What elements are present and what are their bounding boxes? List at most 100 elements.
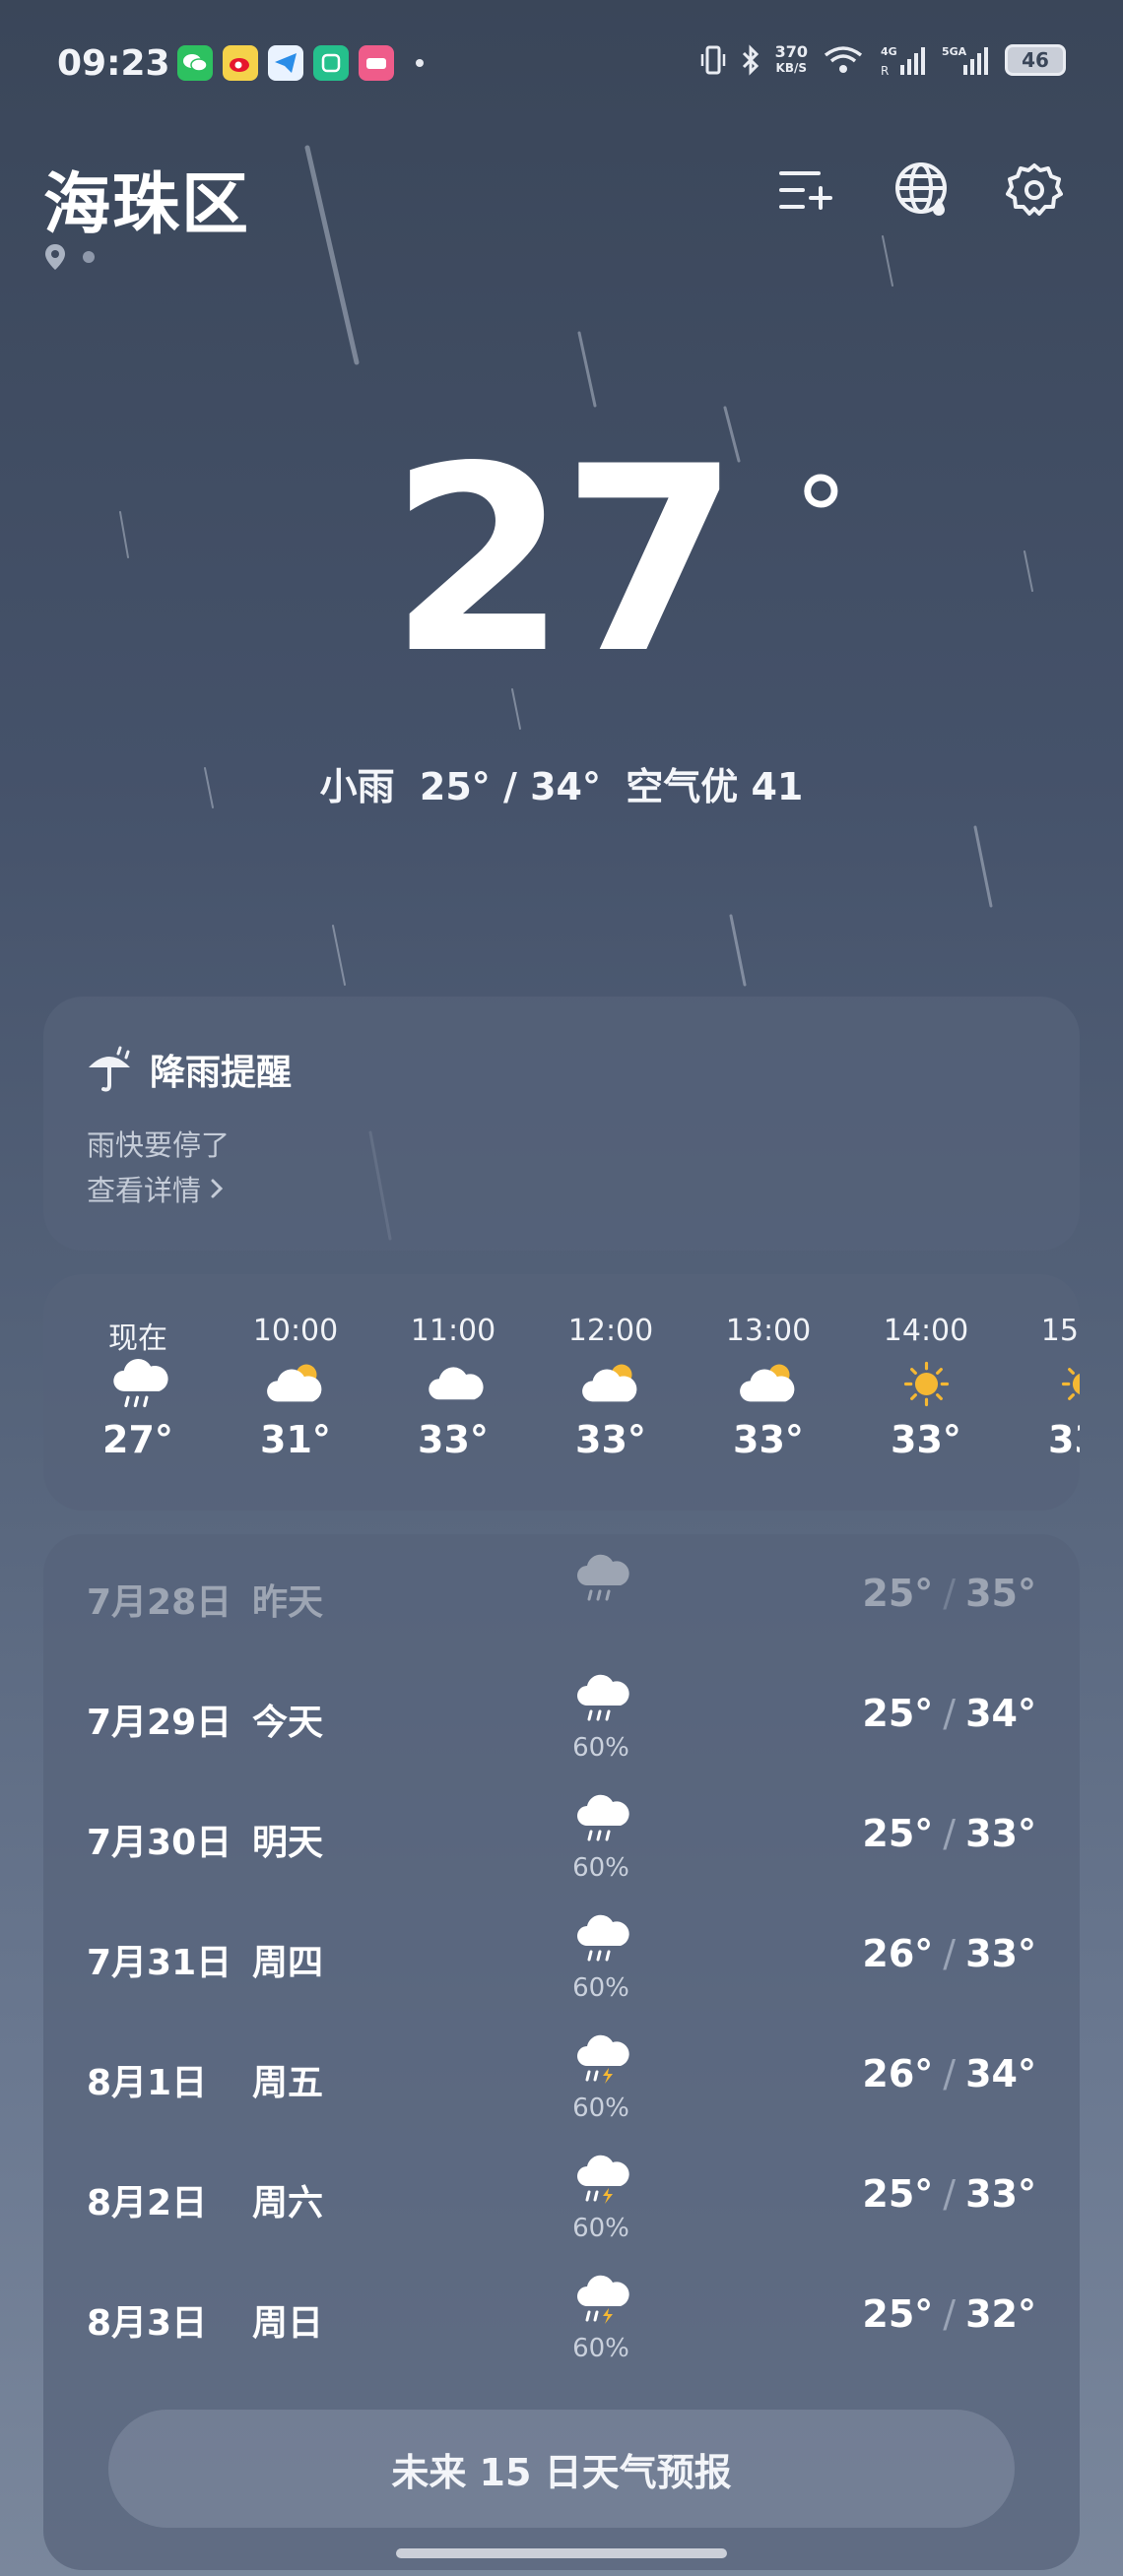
bluetooth-icon — [742, 44, 759, 76]
hourly-temp: 33° — [733, 1418, 804, 1461]
status-indicators: 370 KB/S 4G R 5GA 46 — [700, 43, 1066, 77]
home-indicator[interactable] — [396, 2548, 727, 2558]
daily-icon — [562, 2034, 640, 2084]
hourly-time: 11:00 — [410, 1314, 496, 1348]
daily-temp-range: 25°/33° — [862, 1812, 1036, 1855]
daily-temp-range: 26°/34° — [862, 2052, 1036, 2095]
rain-icon — [112, 1358, 168, 1407]
hourly-icon — [227, 1353, 364, 1414]
daily-row[interactable]: 8月1日 周五 60% 26°/34° — [43, 2027, 1080, 2147]
hourly-item: 现在 27° — [69, 1314, 207, 1461]
mi-home-icon — [313, 45, 349, 81]
chevron-right-icon — [211, 1179, 224, 1198]
add-city-list-icon — [779, 171, 832, 210]
daily-row[interactable]: 7月30日 明天 60% 25°/33° — [43, 1786, 1080, 1906]
rain-alert-title: 降雨提醒 — [150, 1053, 293, 1093]
hourly-icon — [542, 1353, 680, 1414]
hourly-temp: 33° — [418, 1418, 489, 1461]
hourly-item: 12:00 33° — [542, 1314, 680, 1461]
range-separator: / — [943, 1572, 957, 1615]
daily-row[interactable]: 8月2日 周六 60% 25°/33° — [43, 2147, 1080, 2267]
city-list-button[interactable] — [773, 158, 838, 223]
daily-high: 35° — [965, 1572, 1036, 1615]
daily-weekday: 周日 — [252, 2303, 324, 2344]
svg-text:R: R — [881, 64, 889, 77]
15-day-forecast-button[interactable]: 未来 15 日天气预报 — [108, 2410, 1015, 2528]
daily-precip-chance: 60% — [572, 1733, 629, 1763]
air-quality[interactable]: 空气优 41 — [626, 765, 803, 808]
vibrate-icon — [700, 45, 725, 75]
daily-low: 25° — [862, 1692, 934, 1735]
daily-high: 33° — [965, 1812, 1036, 1855]
daily-precip-chance: 60% — [572, 1853, 629, 1883]
globe-icon — [895, 162, 947, 216]
partly-cloudy-icon — [266, 1364, 321, 1401]
city-name[interactable]: 海珠区 — [43, 150, 250, 247]
daily-high: 33° — [965, 1932, 1036, 1975]
view-details-link[interactable]: 查看详情 — [87, 1168, 225, 1209]
current-range: 25° / 34° — [419, 765, 601, 808]
daily-row[interactable]: 7月28日 昨天 25°/35° — [43, 1546, 1080, 1666]
rain-alert-card[interactable]: 降雨提醒 雨快要停了 查看详情 — [43, 997, 1080, 1251]
daily-weekday: 周四 — [252, 1943, 324, 1983]
page-dot — [83, 251, 95, 263]
daily-weekday: 周六 — [252, 2183, 324, 2223]
thunderstorm-icon — [577, 2034, 629, 2084]
range-separator: / — [943, 2292, 957, 2336]
thunderstorm-icon — [577, 2155, 629, 2204]
umbrella-icon — [89, 1046, 130, 1092]
daily-date: 8月1日 — [87, 2063, 208, 2103]
more-notifications-dot — [416, 59, 424, 67]
rain-icon — [577, 1794, 629, 1841]
current-temp-value: 27 — [389, 413, 740, 710]
daily-low: 25° — [862, 1572, 934, 1615]
daily-date: 8月3日 — [87, 2303, 208, 2344]
daily-precip-chance: 60% — [572, 1973, 629, 2003]
daily-precip-chance: 60% — [572, 2093, 629, 2123]
daily-date: 8月2日 — [87, 2183, 208, 2223]
degree-symbol: ° — [793, 454, 848, 580]
hourly-icon — [857, 1353, 995, 1414]
thunderstorm-icon — [577, 2275, 629, 2324]
gear-icon — [1006, 163, 1063, 216]
daily-icon — [562, 1674, 640, 1723]
cloud-icon — [428, 1366, 484, 1399]
network-speed: 370 KB/S — [774, 42, 808, 75]
location-pin-icon — [45, 244, 65, 270]
current-temperature: 27 ° — [0, 433, 1123, 689]
settings-button[interactable] — [1002, 158, 1067, 223]
daily-low: 26° — [862, 1932, 934, 1975]
range-separator: / — [943, 1932, 957, 1975]
daily-weekday: 今天 — [252, 1703, 324, 1743]
daily-precip-chance: 60% — [572, 2334, 629, 2363]
global-weather-button[interactable] — [891, 158, 956, 223]
status-time: 09:23 — [57, 43, 170, 84]
hourly-temp: 27° — [102, 1418, 173, 1461]
daily-low: 25° — [862, 1812, 934, 1855]
hourly-time: 现在 — [108, 1321, 167, 1356]
hourly-time: 10:00 — [252, 1314, 339, 1348]
status-bar: 09:23 370 KB/S 4G R 5GA 46 — [0, 0, 1123, 128]
hourly-forecast-card[interactable]: 现在 27° 10:00 31° 11:00 33° 12:00 33° 13:00 33° 14:… — [43, 1274, 1080, 1511]
hourly-icon — [699, 1353, 837, 1414]
daily-date: 7月31日 — [87, 1943, 232, 1983]
daily-icon — [562, 1914, 640, 1964]
daily-temp-range: 25°/32° — [862, 2292, 1036, 2336]
range-separator: / — [943, 1812, 957, 1855]
daily-icon — [562, 2275, 640, 2324]
daily-date: 7月30日 — [87, 1823, 232, 1863]
daily-temp-range: 25°/35° — [862, 1572, 1036, 1615]
weibo-icon — [223, 45, 258, 81]
daily-high: 34° — [965, 1692, 1036, 1735]
sun-icon — [903, 1361, 949, 1406]
daily-row[interactable]: 7月29日 今天 60% 25°/34° — [43, 1666, 1080, 1786]
daily-low: 26° — [862, 2052, 934, 2095]
daily-precip-chance: 60% — [572, 2214, 629, 2243]
hourly-item: 15:00 33° — [1015, 1314, 1080, 1461]
daily-weekday: 昨天 — [252, 1582, 324, 1623]
daily-row[interactable]: 8月3日 周日 60% 25°/32° — [43, 2267, 1080, 2387]
daily-row[interactable]: 7月31日 周四 60% 26°/33° — [43, 1906, 1080, 2027]
daily-icon — [562, 2155, 640, 2204]
daily-high: 34° — [965, 2052, 1036, 2095]
current-summary: 小雨 25° / 34° 空气优 41 — [0, 756, 1123, 810]
